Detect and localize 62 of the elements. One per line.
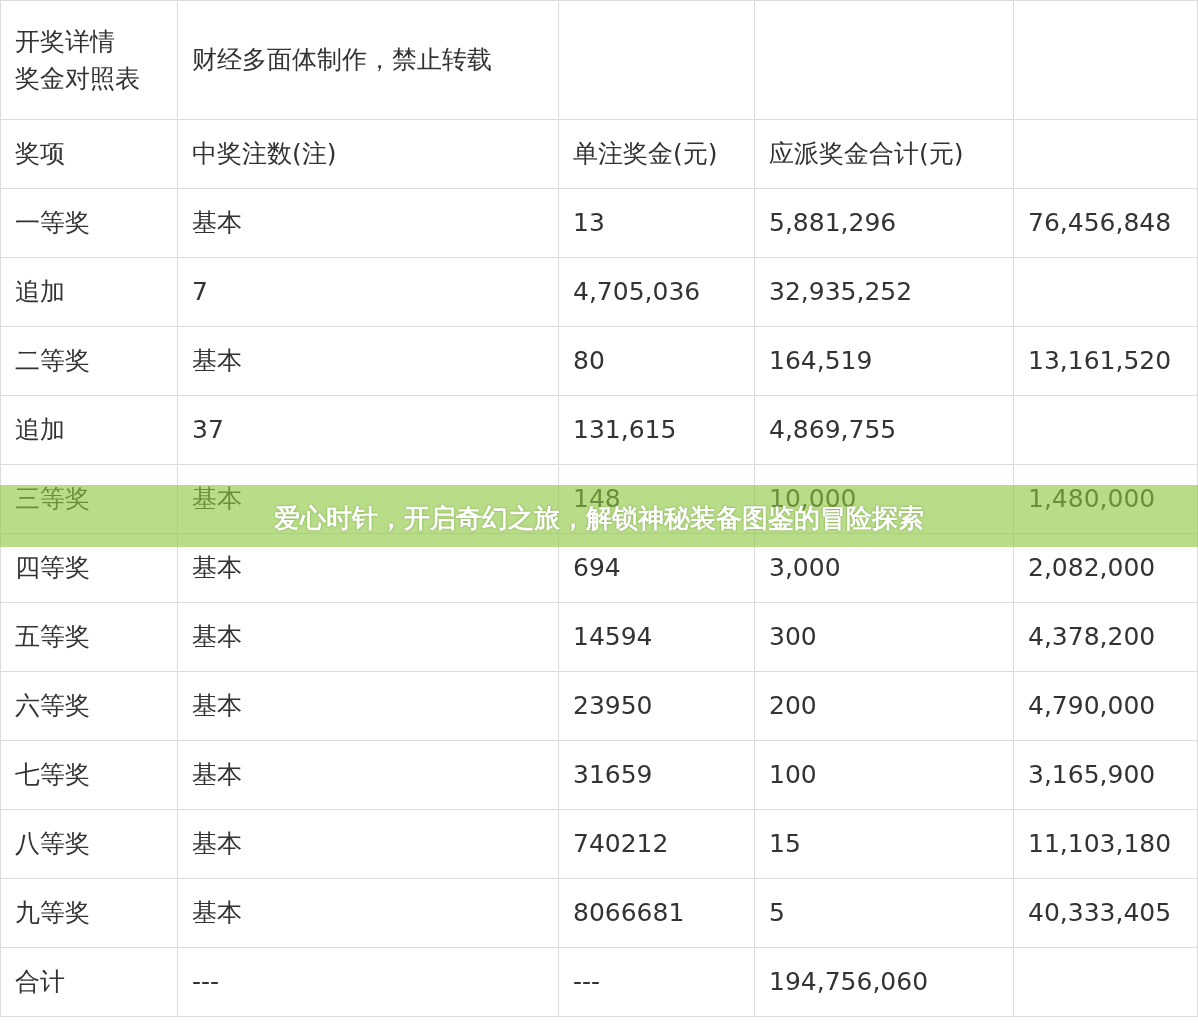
table-cell: 40,333,405 xyxy=(1028,898,1172,928)
table-cell: 131,615 xyxy=(573,415,677,445)
table-cell: 一等奖 xyxy=(15,208,90,238)
header-cell: 中奖注数(注) xyxy=(192,139,337,169)
table-cell: 五等奖 xyxy=(15,622,90,652)
table-cell: 80 xyxy=(573,346,605,376)
table-cell: 基本 xyxy=(192,622,242,652)
table-cell: 100 xyxy=(769,760,817,790)
table-cell: 37 xyxy=(192,415,224,445)
table-cell: 基本 xyxy=(192,829,242,859)
table-cell: 基本 xyxy=(192,346,242,376)
table-cell: 4,705,036 xyxy=(573,277,701,307)
table-cell: 追加 xyxy=(15,277,65,307)
table-cell: 合计 xyxy=(15,967,65,997)
table-cell: 300 xyxy=(769,622,817,652)
table-cell: 六等奖 xyxy=(15,691,90,721)
table-cell: 194,756,060 xyxy=(769,967,929,997)
table-cell: --- xyxy=(573,967,601,997)
table-cell: 76,456,848 xyxy=(1028,208,1172,238)
table-cell: 2,082,000 xyxy=(1028,553,1156,583)
table-cell: 694 xyxy=(573,553,621,583)
table-cell: --- xyxy=(192,967,220,997)
table-cell: 15 xyxy=(769,829,801,859)
table-cell: 8066681 xyxy=(573,898,685,928)
table-cell: 5,881,296 xyxy=(769,208,897,238)
table-cell: 八等奖 xyxy=(15,829,90,859)
table-cell: 200 xyxy=(769,691,817,721)
table-cell: 164,519 xyxy=(769,346,873,376)
table-cell: 31659 xyxy=(573,760,653,790)
header-cell: 开奖详情 xyxy=(15,26,115,56)
table-cell: 3,165,900 xyxy=(1028,760,1156,790)
table-cell: 5 xyxy=(769,898,785,928)
table-cell: 三等奖 xyxy=(15,484,90,514)
table-cell: 基本 xyxy=(192,898,242,928)
header-cell: 奖金对照表 xyxy=(15,64,140,93)
header-cell: 单注奖金(元) xyxy=(573,139,718,169)
table-cell: 4,869,755 xyxy=(769,415,897,445)
table-cell: 32,935,252 xyxy=(769,277,913,307)
table-cell: 13,161,520 xyxy=(1028,346,1172,376)
table-cell: 7 xyxy=(192,277,208,307)
table-cell: 11,103,180 xyxy=(1028,829,1172,859)
table-cell: 14594 xyxy=(573,622,653,652)
table-cell: 4,378,200 xyxy=(1028,622,1156,652)
table-cell: 4,790,000 xyxy=(1028,691,1156,721)
table-cell: 13 xyxy=(573,208,605,238)
table-cell: 基本 xyxy=(192,553,242,583)
table-cell: 基本 xyxy=(192,760,242,790)
table-cell: 基本 xyxy=(192,691,242,721)
table-cell: 1,480,000 xyxy=(1028,484,1156,514)
table-cell: 740212 xyxy=(573,829,669,859)
header-cell: 奖项 xyxy=(15,139,65,169)
table-cell: 七等奖 xyxy=(15,760,90,790)
header-cell: 应派奖金合计(元) xyxy=(769,139,964,169)
table-cell: 九等奖 xyxy=(15,898,90,928)
table-cell: 基本 xyxy=(192,208,242,238)
header-cell: 财经多面体制作，禁止转载 xyxy=(192,45,492,75)
table-cell: 四等奖 xyxy=(15,553,90,583)
table-cell: 23950 xyxy=(573,691,653,721)
table-cell: 3,000 xyxy=(769,553,841,583)
table-cell: 追加 xyxy=(15,415,65,445)
table-cell: 二等奖 xyxy=(15,346,90,376)
table-cell: 基本 xyxy=(192,484,242,514)
